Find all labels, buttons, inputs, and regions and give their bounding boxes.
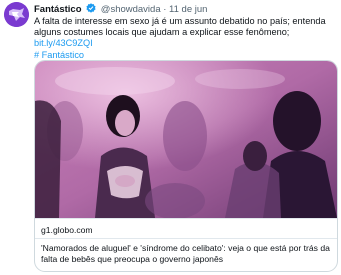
hashtag-link[interactable]: # Fantástico — [34, 50, 84, 60]
tweet-header: Fantástico @showdavida · 11 de jun — [34, 3, 207, 16]
verified-badge-icon — [86, 3, 96, 13]
tweet-link[interactable]: bit.ly/43C9ZQI — [34, 38, 93, 48]
card-image[interactable] — [35, 61, 337, 218]
card-divider — [35, 238, 337, 239]
card-domain: g1.globo.com — [41, 225, 93, 235]
link-preview-card[interactable]: g1.globo.com 'Namorados de aluguel' e 's… — [34, 60, 338, 272]
author-handle-time[interactable]: @showdavida · 11 de jun — [101, 4, 208, 15]
tweet-text: A falta de interesse em sexo já é um ass… — [34, 16, 334, 61]
tweet[interactable]: Fantástico @showdavida · 11 de jun A fal… — [0, 0, 341, 275]
tweet-body: A falta de interesse em sexo já é um ass… — [34, 16, 326, 38]
fantastico-logo-icon[interactable] — [4, 2, 29, 27]
card-title[interactable]: 'Namorados de aluguel' e 'síndrome do ce… — [41, 243, 333, 264]
card-divider — [35, 218, 337, 219]
author-name[interactable]: Fantástico — [34, 4, 82, 15]
